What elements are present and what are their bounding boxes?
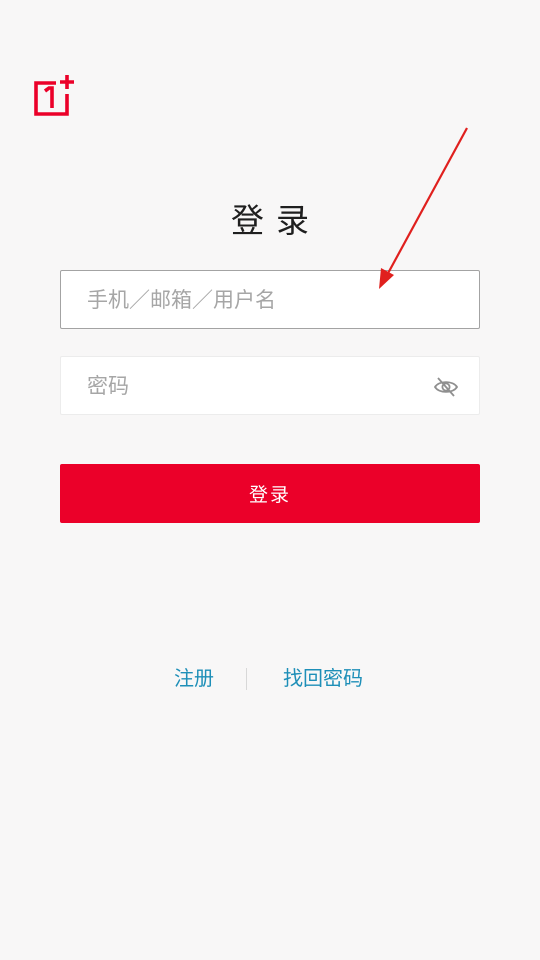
forgot-password-link[interactable]: 找回密码 bbox=[283, 663, 363, 693]
eye-hidden-icon[interactable] bbox=[433, 374, 459, 400]
username-field[interactable] bbox=[60, 270, 480, 329]
links-divider bbox=[246, 668, 247, 690]
password-input[interactable] bbox=[61, 357, 479, 414]
register-link[interactable]: 注册 bbox=[174, 663, 214, 693]
account-links: 注册 找回密码 bbox=[0, 663, 540, 693]
login-button[interactable]: 登录 bbox=[60, 464, 480, 523]
oneplus-logo-icon bbox=[34, 75, 74, 116]
page-title: 登录 bbox=[231, 201, 321, 241]
username-input[interactable] bbox=[61, 271, 479, 328]
password-field[interactable] bbox=[60, 356, 480, 415]
